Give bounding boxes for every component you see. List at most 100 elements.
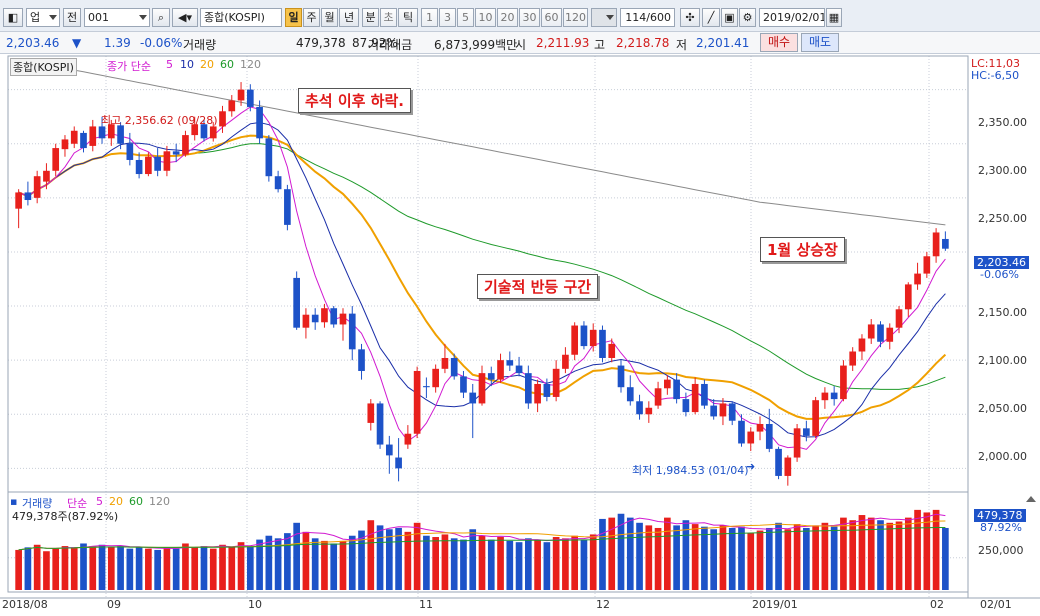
volume-bar bbox=[747, 533, 755, 590]
volume-bar bbox=[645, 525, 653, 590]
candle-body bbox=[487, 373, 495, 380]
collapse-icon[interactable] bbox=[1026, 496, 1036, 502]
sound-icon[interactable]: ◀▾ bbox=[172, 8, 198, 27]
candle-body bbox=[914, 273, 921, 285]
x-tick: 02/01 bbox=[980, 598, 1012, 611]
period-year[interactable]: 년 bbox=[339, 8, 359, 27]
annotation-box[interactable]: 1월 상승장 bbox=[760, 237, 845, 262]
volume-bar bbox=[423, 535, 430, 590]
volume-bar bbox=[237, 542, 245, 590]
volume-bar bbox=[15, 549, 22, 590]
volume-bar bbox=[682, 520, 690, 590]
ma-label: 종가 단순 bbox=[107, 60, 151, 73]
candle-body bbox=[367, 403, 375, 423]
candle-body bbox=[849, 351, 857, 366]
down-arrow-icon: ▼ bbox=[72, 36, 82, 50]
volume-bar bbox=[728, 527, 736, 590]
volume-bar bbox=[599, 518, 606, 590]
code-value: 001 bbox=[88, 11, 109, 24]
crosshair-icon[interactable]: ✣ bbox=[680, 8, 700, 27]
interval-30[interactable]: 30 bbox=[519, 8, 540, 27]
annotation-box[interactable]: 추석 이후 하락. bbox=[298, 88, 411, 113]
candlestick-chart[interactable] bbox=[0, 54, 1040, 616]
candle-body bbox=[432, 368, 439, 388]
date-input[interactable]: 2019/02/01 bbox=[759, 8, 825, 27]
amount-label: 거래대금 bbox=[368, 38, 413, 52]
period-tick[interactable]: 틱 bbox=[398, 8, 418, 27]
volume-bar bbox=[784, 529, 792, 590]
buy-button[interactable]: 매수 bbox=[760, 33, 798, 52]
interval-120[interactable]: 120 bbox=[563, 8, 588, 27]
period-minute[interactable]: 분 bbox=[362, 8, 379, 27]
candle-body bbox=[793, 428, 801, 458]
volume-bar bbox=[330, 543, 338, 590]
interval-3[interactable]: 3 bbox=[439, 8, 456, 27]
vma5-legend: 5 bbox=[96, 495, 103, 508]
period-second[interactable]: 초 bbox=[380, 8, 397, 27]
y-tick: 2,150.00 bbox=[978, 306, 1027, 319]
low-note: 최저 1,984.53 (01/04) bbox=[632, 464, 749, 477]
period-week[interactable]: 주 bbox=[303, 8, 320, 27]
search-icon[interactable]: ⌕ bbox=[152, 8, 170, 27]
candle-body bbox=[747, 431, 755, 444]
ma120-path bbox=[18, 58, 946, 226]
layout-icon[interactable]: ◧ bbox=[3, 8, 23, 27]
sell-button[interactable]: 매도 bbox=[801, 33, 839, 52]
volume-bar bbox=[33, 544, 41, 590]
quote-bar: 2,203.46 ▼ 1.39 -0.06% 거래량 479,378 87.92… bbox=[0, 32, 1040, 54]
volume-bar bbox=[376, 525, 384, 590]
candle-body bbox=[664, 379, 671, 389]
volume-bar bbox=[497, 537, 504, 590]
all-button[interactable]: 전 bbox=[63, 8, 81, 27]
ma60-legend: 60 bbox=[220, 58, 234, 71]
volume-bar bbox=[441, 534, 449, 590]
candle-body bbox=[172, 151, 180, 155]
interval-select[interactable] bbox=[591, 8, 617, 27]
interval-10[interactable]: 10 bbox=[475, 8, 496, 27]
period-month[interactable]: 월 bbox=[321, 8, 338, 27]
volume-bar bbox=[460, 539, 467, 590]
y-tick: 2,350.00 bbox=[978, 116, 1027, 129]
market-select[interactable]: 업 bbox=[26, 8, 60, 27]
ma60-path bbox=[18, 143, 946, 390]
candle-body bbox=[867, 324, 875, 339]
gear-icon[interactable]: ⚙ bbox=[739, 8, 756, 27]
candle-body bbox=[756, 423, 764, 432]
candle-body bbox=[441, 357, 449, 369]
candle-body bbox=[506, 360, 514, 366]
volume-bar bbox=[701, 526, 708, 590]
open-label: 시 bbox=[515, 38, 527, 52]
trendline-icon[interactable]: ╱ bbox=[702, 8, 720, 27]
volume-bar bbox=[145, 548, 152, 590]
candle-body bbox=[145, 156, 152, 175]
candle-body bbox=[738, 420, 745, 444]
ma60-line bbox=[18, 143, 946, 390]
y-tick: 2,100.00 bbox=[978, 354, 1027, 367]
volume-bar bbox=[404, 531, 412, 590]
interval-5[interactable]: 5 bbox=[457, 8, 474, 27]
period-day[interactable]: 일 bbox=[285, 8, 302, 27]
price-change-pct: -0.06% bbox=[140, 36, 183, 50]
candle-body bbox=[617, 365, 625, 388]
volume-bar bbox=[830, 526, 838, 590]
volume-bar bbox=[469, 529, 477, 590]
save-icon[interactable]: ▣ bbox=[721, 8, 738, 27]
candle-body bbox=[534, 383, 541, 404]
volume-bar bbox=[803, 527, 810, 590]
volume-bar bbox=[413, 522, 421, 590]
interval-1[interactable]: 1 bbox=[421, 8, 438, 27]
code-input[interactable]: 001 bbox=[84, 8, 150, 27]
volume-label: 거래량 bbox=[183, 38, 217, 52]
volume-bar bbox=[200, 546, 208, 590]
annotation-box[interactable]: 기술적 반등 구간 bbox=[477, 274, 599, 299]
volume-bar bbox=[61, 546, 69, 590]
hc-value: HC:-6,50 bbox=[971, 69, 1020, 82]
candle-body bbox=[423, 386, 430, 388]
calendar-icon[interactable]: ▦ bbox=[826, 8, 842, 27]
interval-60[interactable]: 60 bbox=[541, 8, 562, 27]
low-label: 저 bbox=[676, 38, 688, 52]
ma120-line bbox=[18, 58, 946, 226]
interval-20[interactable]: 20 bbox=[497, 8, 518, 27]
candle-body bbox=[182, 135, 189, 155]
candle-body bbox=[580, 325, 588, 347]
